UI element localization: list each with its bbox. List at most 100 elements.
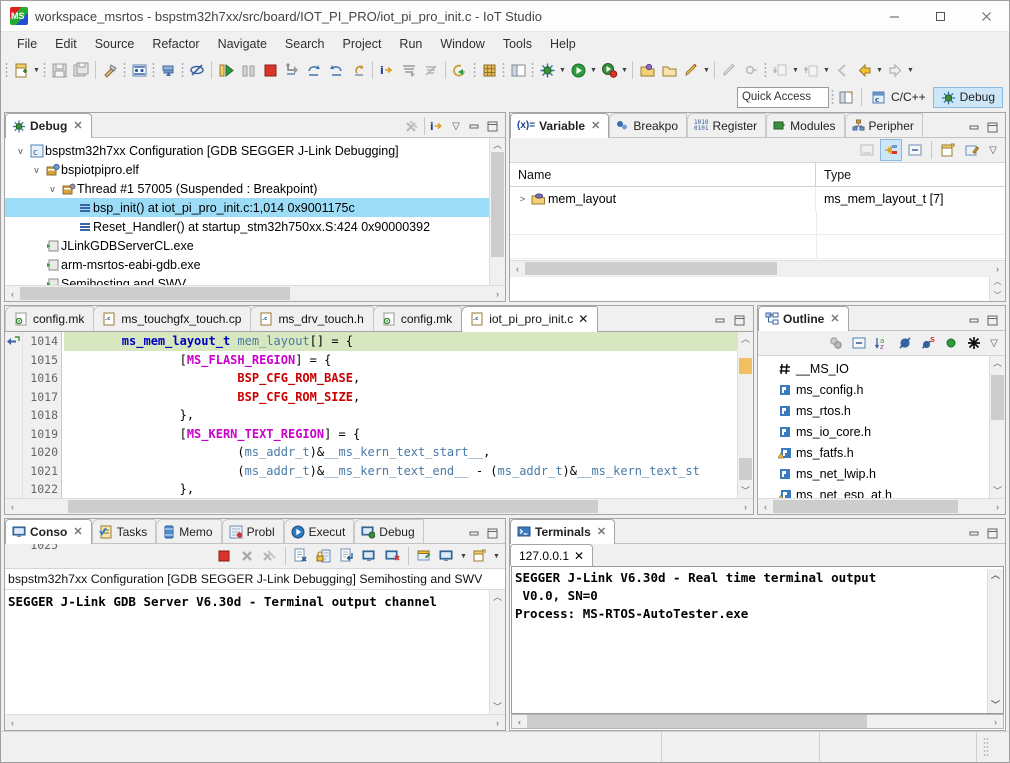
prev-edit-icon[interactable] [831,59,853,81]
scroll-track[interactable] [991,370,1004,484]
toolbar-grip-9[interactable] [764,62,767,78]
menu-file[interactable]: File [8,34,46,54]
collapse-all-icon[interactable] [848,332,870,354]
detail-vertical-scrollbar[interactable]: ︿ ﹀ [989,277,1005,301]
step-over-icon[interactable] [303,59,325,81]
outline-vertical-scrollbar[interactable]: ︿ ﹀ [989,356,1005,498]
scroll-right-arrow-icon[interactable]: › [738,502,753,512]
hide-static-icon[interactable]: S [917,332,939,354]
show-console-on-output-icon[interactable] [359,545,381,567]
scroll-right-arrow-icon[interactable]: › [988,717,1003,727]
debug-dropdown-icon[interactable]: ▼ [558,60,567,80]
new-console-icon[interactable] [469,545,491,567]
scroll-right-arrow-icon[interactable]: › [490,289,505,299]
tab-variables[interactable]: (x)= Variable ✕ [510,113,609,138]
toggle-breakpoint-icon[interactable] [128,59,150,81]
scroll-up-arrow-icon[interactable]: ︿ [741,332,750,346]
scroll-left-arrow-icon[interactable]: ‹ [510,264,525,274]
minimize-button[interactable] [871,1,917,31]
clear-console-icon[interactable] [290,545,312,567]
scroll-left-arrow-icon[interactable]: ‹ [512,717,527,727]
maximize-button[interactable] [917,1,963,31]
menu-project[interactable]: Project [334,34,391,54]
variables-table-row[interactable]: > mem_layout ms_mem_layout_t [7] [510,187,1005,211]
scroll-right-arrow-icon[interactable]: › [990,264,1005,274]
console-horizontal-scrollbar[interactable]: ‹ › [5,714,505,730]
outline-item[interactable]: __MS_IO [758,358,989,379]
scroll-lock-icon[interactable] [313,545,335,567]
menu-refactor[interactable]: Refactor [143,34,208,54]
outline-horizontal-scrollbar[interactable]: ‹ › [758,498,1005,514]
menu-navigate[interactable]: Navigate [209,34,276,54]
variables-view-menu-icon[interactable]: ▽ [985,142,1001,158]
scroll-thumb-h[interactable] [773,500,958,513]
drop-to-frame-icon[interactable] [398,59,420,81]
open-console-icon[interactable] [436,545,458,567]
toolbar-grip-4[interactable] [152,62,155,78]
outline-item[interactable]: ms_net_lwip.h [758,463,989,484]
terminal-vertical-scrollbar[interactable]: ︿ ﹀ [987,569,1003,713]
tab-outline-close[interactable]: ✕ [830,312,839,325]
scroll-track[interactable] [491,152,504,287]
outline-item[interactable]: ms_fatfs.h [758,442,989,463]
code-area[interactable]: 1014 1015 1016 1017 1018 1019 1020 1021 … [5,332,753,498]
run-icon[interactable] [567,59,589,81]
editor-horizontal-scrollbar[interactable]: ‹ › [5,498,753,514]
menu-search[interactable]: Search [276,34,334,54]
hide-nonpublic-icon[interactable] [940,332,962,354]
terminate-icon[interactable] [213,545,235,567]
external-tools-icon[interactable] [598,59,620,81]
scroll-track-h[interactable] [527,715,988,728]
perspective-grip[interactable] [831,89,834,105]
tab-tasks[interactable]: Tasks [92,519,157,543]
overview-marker[interactable] [739,358,752,374]
menu-window[interactable]: Window [431,34,493,54]
prev-dropdown-icon[interactable]: ▼ [875,60,884,80]
editor-marker-column[interactable] [5,332,23,498]
twisty-icon[interactable]: > [515,194,530,204]
search-dropdown-icon[interactable]: ▼ [702,60,711,80]
tab-console[interactable]: Conso ✕ [5,519,92,544]
terminal-tab-close[interactable]: ✕ [574,549,584,563]
disconnect-icon[interactable] [186,59,208,81]
toolbar-grip-5[interactable] [181,62,184,78]
last-edit-dropdown-icon[interactable]: ▼ [791,60,800,80]
debug-tree-row[interactable]: Reset_Handler() at startup_stm32h750xx.S… [5,217,489,236]
toolbar-grip-7[interactable] [502,62,505,78]
editor-tab-ms-drv-touch[interactable]: .c ms_drv_touch.h [250,306,373,331]
scroll-up-arrow-icon[interactable]: ︿ [993,356,1002,370]
scroll-thumb-h[interactable] [20,287,290,300]
resume-icon[interactable] [215,59,237,81]
external-tools-dropdown-icon[interactable]: ▼ [620,60,629,80]
terminal-output[interactable]: SEGGER J-Link V6.30d - Real time termina… [515,569,987,713]
column-header-type[interactable]: Type [816,163,1005,186]
open-perspective-icon[interactable] [507,59,529,81]
scroll-thumb[interactable] [491,152,504,257]
tab-peripherals[interactable]: Peripher [845,113,923,137]
minimize-console-view-icon[interactable] [466,525,482,541]
remove-all-terminated-icon[interactable] [403,118,419,134]
remove-launch-icon[interactable] [236,545,258,567]
back-dropdown-icon[interactable]: ▼ [822,60,831,80]
menu-edit[interactable]: Edit [46,34,86,54]
scroll-thumb[interactable] [739,458,752,480]
variables-horizontal-scrollbar[interactable]: ‹ › [510,260,1005,276]
scroll-track[interactable] [739,346,752,484]
maximize-variables-view-icon[interactable] [984,119,1000,135]
code-text[interactable]: ms_mem_layout_t mem_layout[] = { [MS_FLA… [62,332,737,498]
debug-config-icon[interactable] [536,59,558,81]
twisty-icon[interactable]: v [13,146,28,156]
variable-name-cell[interactable]: > mem_layout [510,187,816,211]
twisty-icon[interactable]: v [45,184,60,194]
toolbar-grip-6[interactable] [473,62,476,78]
scroll-up-arrow-icon[interactable]: ︿ [493,590,502,604]
tab-outline[interactable]: Outline ✕ [758,306,849,331]
focus-on-active-icon[interactable] [825,332,847,354]
scroll-track-h[interactable] [20,500,738,513]
editor-tab-ms-touchgfx-touch[interactable]: .c ms_touchgfx_touch.cp [93,306,251,331]
debug-vertical-scrollbar[interactable]: ︿ ﹀ [489,138,505,301]
open-resource-icon[interactable] [658,59,680,81]
scroll-thumb-h[interactable] [68,500,598,513]
resize-grip-icon[interactable] [983,737,989,757]
debug-tree-row[interactable]: v bspiotpipro.elf [5,160,489,179]
